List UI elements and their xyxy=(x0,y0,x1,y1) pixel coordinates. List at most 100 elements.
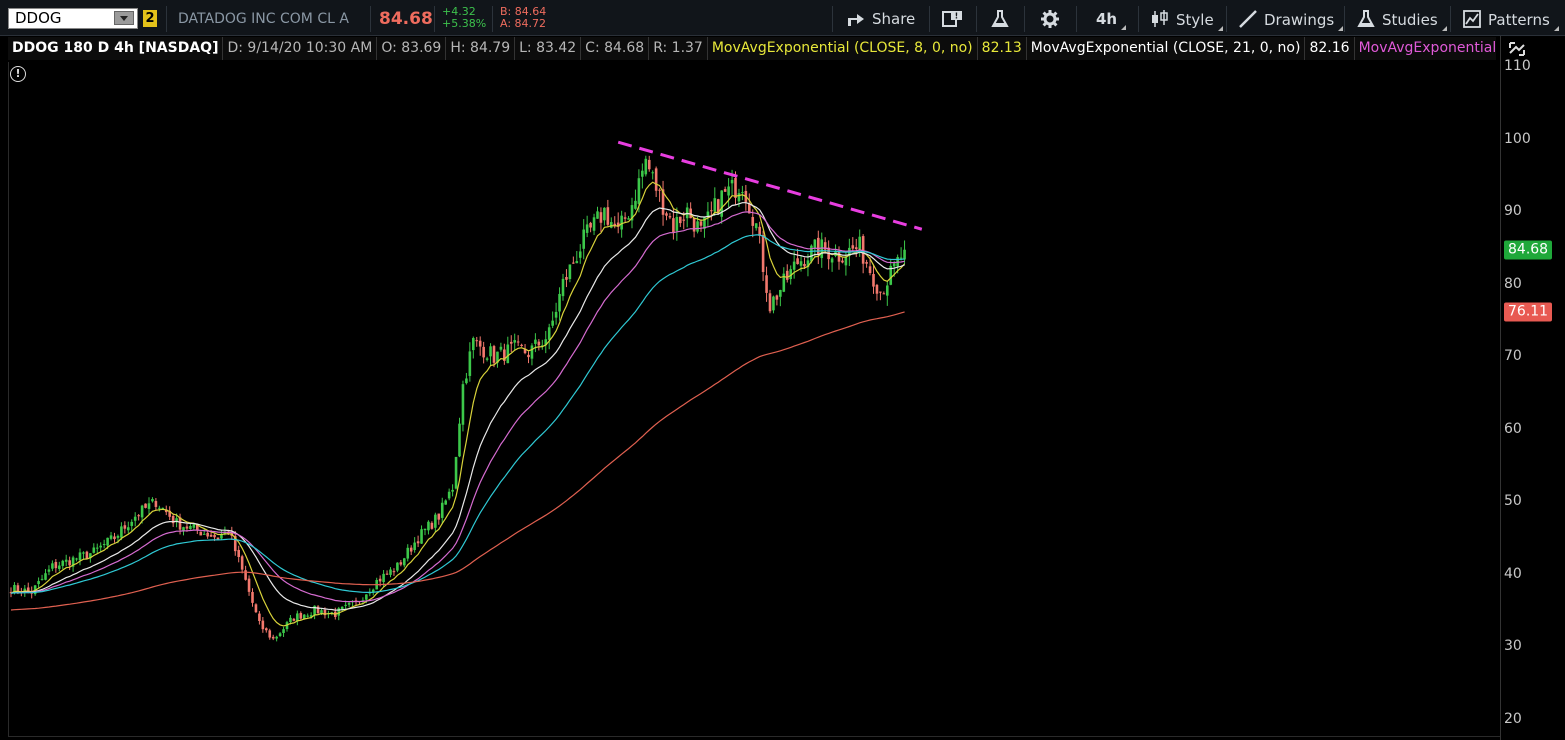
price-chart[interactable] xyxy=(9,62,1500,736)
candle-body xyxy=(347,603,351,605)
patterns-button[interactable]: Patterns xyxy=(1462,9,1559,31)
candle-body xyxy=(644,158,648,175)
pencil-line-icon xyxy=(1239,10,1257,28)
candle-body xyxy=(68,560,71,566)
style-button[interactable]: Style xyxy=(1150,9,1223,31)
timeframe-button[interactable]: 4h xyxy=(1096,9,1127,30)
candle-body xyxy=(451,489,454,492)
study-ema21-label[interactable]: MovAvgExponential (CLOSE, 21, 0, no) xyxy=(1027,37,1306,60)
studies-button[interactable]: Studies xyxy=(1356,9,1447,31)
candle-body xyxy=(220,534,223,539)
style-label: Style xyxy=(1176,11,1214,29)
candle-body xyxy=(113,536,116,540)
candle-body xyxy=(434,514,437,528)
flask-icon xyxy=(1357,10,1375,27)
candle-body xyxy=(251,591,254,603)
toolbar-divider xyxy=(434,6,435,32)
candle-body xyxy=(475,340,479,342)
chevron-down-icon[interactable] xyxy=(114,11,134,25)
candle-body xyxy=(16,585,20,592)
candle-body xyxy=(765,275,768,293)
candle-body xyxy=(64,559,68,562)
candle-body xyxy=(95,547,99,549)
candle-body xyxy=(206,532,209,537)
study-ema34-label[interactable]: MovAvgExponential ... xyxy=(1355,37,1496,60)
bar-open: O: 83.69 xyxy=(377,37,447,60)
candle-body xyxy=(575,261,579,264)
flask-button[interactable] xyxy=(990,9,1016,29)
candle-body xyxy=(620,215,623,230)
share-button[interactable]: Share xyxy=(846,9,915,29)
candle-body xyxy=(409,547,413,552)
toolbar-divider xyxy=(832,6,833,32)
link-group-badge[interactable]: 2 xyxy=(143,10,157,27)
candle-body xyxy=(292,618,296,621)
candle-body xyxy=(551,320,554,326)
candle-body xyxy=(658,189,661,191)
candle-body xyxy=(247,578,251,592)
candle-body xyxy=(258,613,261,621)
candle-body xyxy=(413,542,416,551)
candle-body xyxy=(582,229,585,249)
y-tick-label: 100 xyxy=(1504,130,1531,147)
company-name: DATADOG INC COM CL A xyxy=(178,11,349,27)
candle-body xyxy=(854,247,858,250)
candle-body xyxy=(158,507,161,509)
candle-body xyxy=(416,541,420,544)
candle-body xyxy=(730,179,734,184)
corner-arrow-icon xyxy=(1338,26,1344,31)
y-tick-label: 50 xyxy=(1504,493,1522,510)
candle-body xyxy=(899,257,903,259)
candle-body xyxy=(109,535,113,539)
ema200-line xyxy=(10,311,905,611)
candle-body xyxy=(585,224,589,233)
candle-body xyxy=(565,276,568,280)
y-tick-label: 90 xyxy=(1504,203,1522,220)
drawings-button[interactable]: Drawings xyxy=(1238,9,1344,31)
toolbar-divider xyxy=(370,6,371,32)
candle-body xyxy=(603,207,606,221)
y-tick-label: 30 xyxy=(1504,638,1522,655)
price-axis[interactable]: 20 30 40 50 60 70 80 90 100 110 84.68 76.11 xyxy=(1500,36,1565,740)
candle-body xyxy=(199,531,203,536)
candle-body xyxy=(547,327,551,340)
candle-body xyxy=(651,172,654,174)
candle-body xyxy=(606,207,610,225)
toolbar-divider xyxy=(1138,6,1139,32)
y-tick-label: 70 xyxy=(1504,348,1522,365)
candle-body xyxy=(675,216,679,231)
candle-body xyxy=(44,573,47,580)
settings-button[interactable] xyxy=(1040,9,1066,29)
candle-body xyxy=(365,594,368,600)
candle-body xyxy=(37,581,40,585)
toolbar-divider xyxy=(1450,6,1451,32)
candle-body xyxy=(803,263,806,267)
candle-body xyxy=(454,456,458,489)
candle-body xyxy=(779,289,782,297)
candle-body xyxy=(737,193,741,202)
patterns-icon xyxy=(1463,10,1481,28)
expand-axis-icon[interactable] xyxy=(1507,39,1527,59)
symbol-selector[interactable]: DDOG xyxy=(8,8,138,29)
candle-body xyxy=(102,544,106,546)
candle-body xyxy=(892,263,896,267)
candle-body xyxy=(710,210,713,212)
ask-price: A: 84.72 xyxy=(500,17,547,30)
candle-body xyxy=(127,527,130,531)
candle-body xyxy=(554,311,558,318)
candle-body xyxy=(530,345,534,359)
study-ema8-label[interactable]: MovAvgExponential (CLOSE, 8, 0, no) xyxy=(708,37,978,60)
candle-body xyxy=(768,293,772,312)
candle-body xyxy=(882,293,886,295)
y-tick-label: 40 xyxy=(1504,565,1522,582)
price-plot-area[interactable] xyxy=(8,62,1500,737)
alert-icon[interactable]: ! xyxy=(10,66,26,82)
candle-body xyxy=(875,284,879,294)
toolbar-divider xyxy=(1226,6,1227,32)
candle-body xyxy=(492,346,496,363)
bar-range: R: 1.37 xyxy=(649,37,708,60)
bid-ask: B: 84.64 A: 84.72 xyxy=(500,6,546,30)
candle-body xyxy=(378,578,382,582)
chart-settings-button[interactable]: ! xyxy=(942,9,970,29)
candle-body xyxy=(240,556,244,570)
